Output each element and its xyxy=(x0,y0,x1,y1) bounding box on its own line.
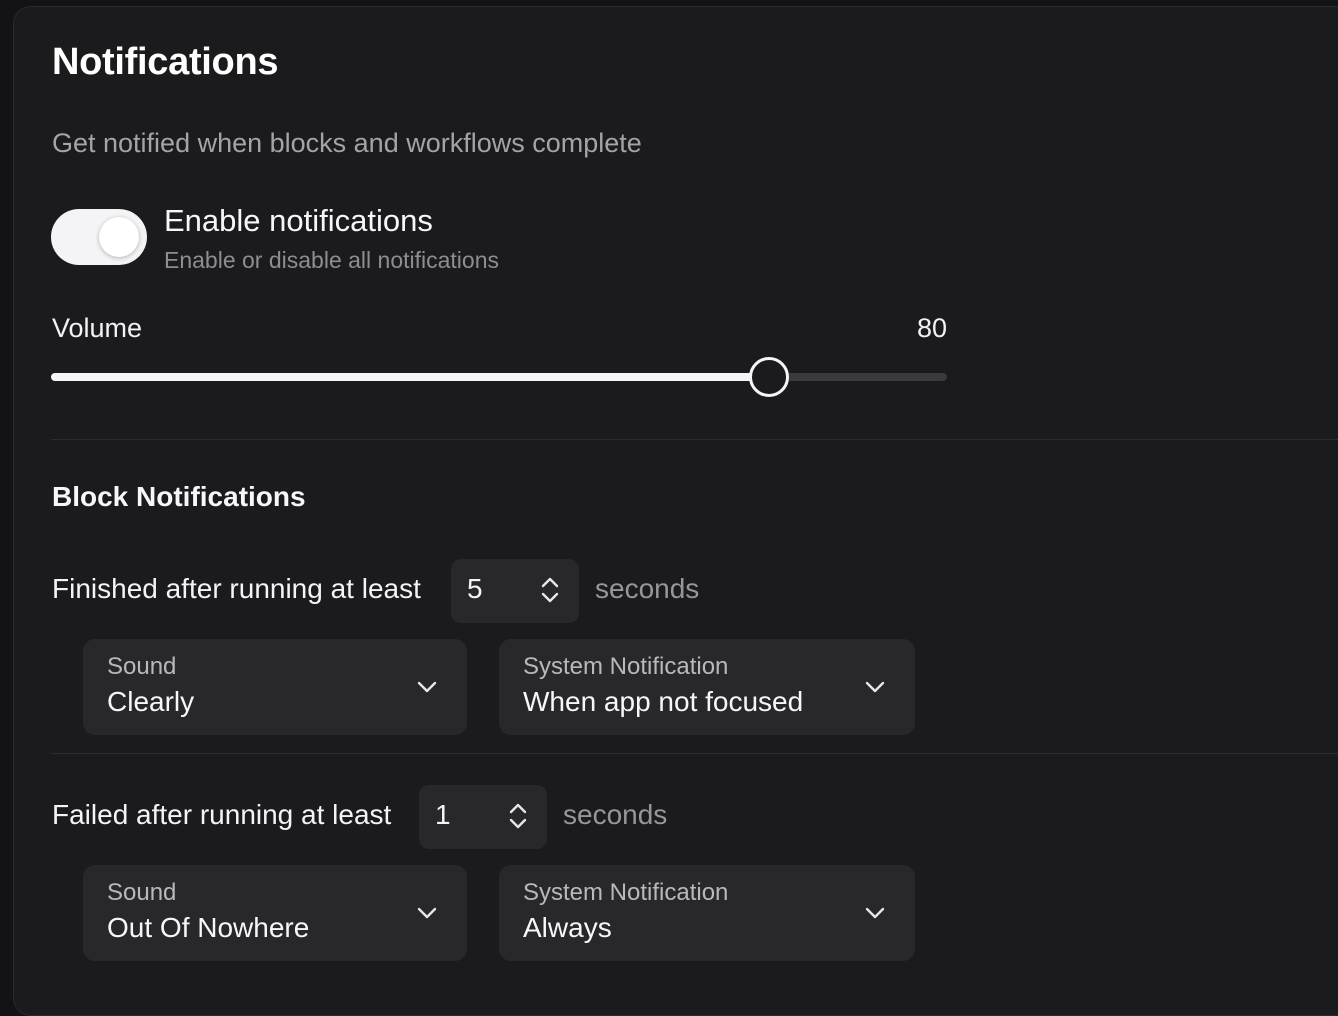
system-notification-value: When app not focused xyxy=(523,686,804,717)
block-notifications-title: Block Notifications xyxy=(52,481,306,512)
sound-value: Clearly xyxy=(107,686,195,717)
sound-caption: Sound xyxy=(107,879,177,906)
finished-rule-label: Finished after running at least xyxy=(52,573,421,604)
finished-seconds-value: 5 xyxy=(467,573,483,604)
enable-notifications-description: Enable or disable all notifications xyxy=(164,247,499,273)
failed-system-notification-dropdown[interactable]: System Notification Always xyxy=(499,865,915,961)
system-notification-caption: System Notification xyxy=(523,653,729,680)
toggle-knob xyxy=(99,217,139,257)
notifications-panel: Notifications Get notified when blocks a… xyxy=(13,6,1338,1016)
up-down-chevron-icon[interactable] xyxy=(539,573,561,607)
finished-system-notification-dropdown[interactable]: System Notification When app not focused xyxy=(499,639,915,735)
volume-value: 80 xyxy=(916,313,947,343)
chevron-down-icon xyxy=(417,907,437,919)
section-divider xyxy=(51,439,1338,440)
system-notification-caption: System Notification xyxy=(523,879,729,906)
volume-slider[interactable] xyxy=(51,357,947,397)
page-title: Notifications xyxy=(52,41,279,83)
up-down-chevron-icon[interactable] xyxy=(507,799,529,833)
chevron-down-icon xyxy=(417,681,437,693)
failed-seconds-unit: seconds xyxy=(563,799,668,830)
failed-seconds-stepper[interactable]: 1 xyxy=(419,785,547,849)
volume-slider-thumb[interactable] xyxy=(748,357,789,397)
finished-seconds-unit: seconds xyxy=(595,573,700,604)
sound-value: Out Of Nowhere xyxy=(107,912,310,943)
page-subtitle: Get notified when blocks and workflows c… xyxy=(52,128,642,158)
chevron-down-icon xyxy=(865,681,885,693)
finished-sound-dropdown[interactable]: Sound Clearly xyxy=(83,639,467,735)
sound-caption: Sound xyxy=(107,653,177,680)
finished-seconds-stepper[interactable]: 5 xyxy=(451,559,579,623)
failed-rule-label: Failed after running at least xyxy=(52,799,392,830)
enable-notifications-toggle[interactable] xyxy=(51,209,147,265)
failed-seconds-value: 1 xyxy=(435,799,451,830)
chevron-down-icon xyxy=(865,907,885,919)
volume-slider-fill xyxy=(51,373,768,381)
enable-notifications-label: Enable notifications xyxy=(164,203,433,238)
rule-divider xyxy=(51,753,1338,754)
system-notification-value: Always xyxy=(523,912,612,943)
failed-sound-dropdown[interactable]: Sound Out Of Nowhere xyxy=(83,865,467,961)
volume-label: Volume xyxy=(52,313,143,343)
